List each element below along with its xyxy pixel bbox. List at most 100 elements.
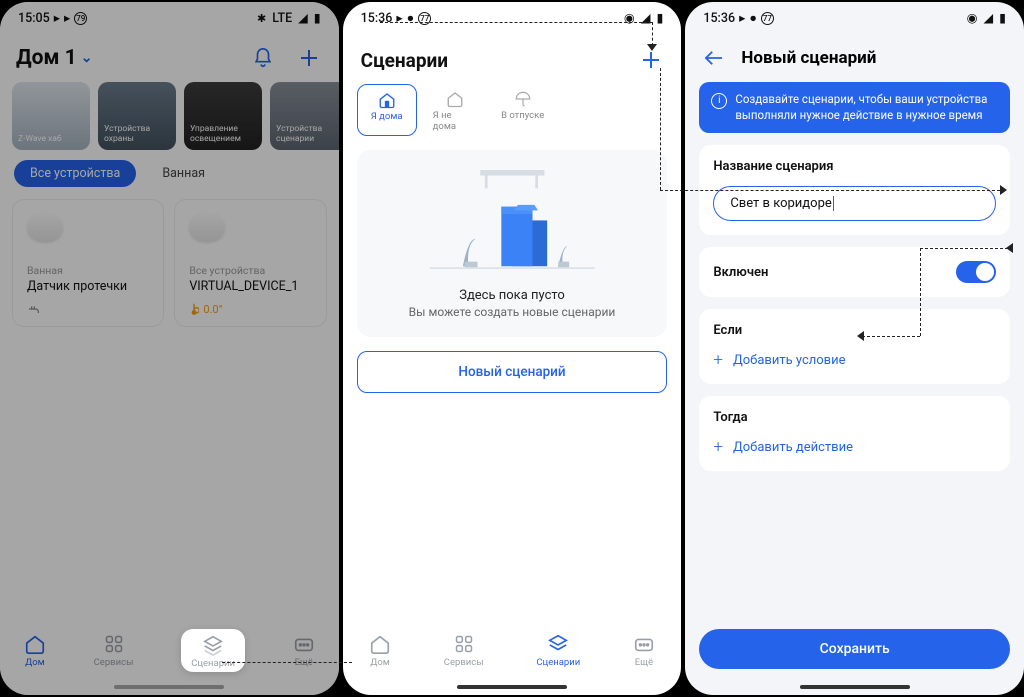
guide-arrow <box>920 248 921 336</box>
card-label: Устройства охраны <box>104 125 170 144</box>
youtube-icon: ▸ <box>739 10 745 26</box>
bt-icon: ✱ <box>257 12 266 25</box>
umbrella-icon <box>514 90 532 108</box>
plus-icon: + <box>713 350 723 370</box>
room-card[interactable]: Управление освещением <box>184 82 262 150</box>
house-icon <box>378 91 396 109</box>
tab-label: Дом <box>370 657 390 668</box>
card-label: Управление освещением <box>190 125 256 144</box>
mode-away[interactable]: Я не дома <box>425 84 485 136</box>
youtube-icon: ▸ <box>396 10 402 26</box>
name-value: Свет в коридоре <box>730 196 831 211</box>
tab-label: Сервисы <box>444 657 484 668</box>
guide-arrow <box>660 68 661 190</box>
signal-icon: ◢ <box>641 10 651 26</box>
add-action-label: Добавить действие <box>733 440 853 455</box>
mode-home[interactable]: Я дома <box>357 84 417 136</box>
mode-label: В отпуске <box>501 110 544 121</box>
device-name: VIRTUAL_DEVICE_1 <box>189 279 311 294</box>
battery-icon: ▮ <box>314 10 321 26</box>
status-bar: 15:36 ▸ ● 77 ◉ ◢ ▮ <box>685 2 1024 34</box>
guide-arrow <box>660 190 1000 191</box>
grid-icon <box>103 633 125 655</box>
guide-arrow <box>862 336 920 337</box>
grid-icon <box>453 633 475 655</box>
wifi-icon: ◉ <box>967 10 978 26</box>
save-button[interactable]: Сохранить <box>699 629 1010 669</box>
battery-icon: ▮ <box>656 10 663 26</box>
badge-icon: 79 <box>74 12 87 25</box>
if-section: Если + Добавить условие <box>699 309 1010 384</box>
wifi-icon: ◉ <box>624 10 635 26</box>
back-button[interactable] <box>703 49 725 67</box>
more-icon <box>293 633 315 655</box>
net-label: LTE <box>272 11 292 26</box>
tab-label: Дом <box>25 657 45 668</box>
room-card[interactable]: Устройства сценарии <box>270 82 339 150</box>
house-outline-icon <box>446 90 464 108</box>
room-card[interactable]: Устройства охраны <box>98 82 176 150</box>
status-bar: 15:36 ▸ ● 77 ◉ ◢ ▮ <box>343 2 682 34</box>
screen-home: 15:05 ▸ ▸ 79 ✱ LTE ◢ ▮ Дом 1 ⌄ Z-Wave ха… <box>0 2 339 695</box>
empty-subtitle: Вы можете создать новые сценарии <box>373 305 652 319</box>
info-icon: i <box>711 93 727 109</box>
tab-more[interactable]: Ещё <box>633 633 655 668</box>
tab-bar: Дом Сервисы Сценарии Ещё <box>343 619 682 677</box>
tab-home[interactable]: Дом <box>24 633 46 668</box>
mode-vacation[interactable]: В отпуске <box>493 84 553 136</box>
screen-scenarios: 15:36 ▸ ● 77 ◉ ◢ ▮ Сценарии Я дома Я не … <box>343 2 682 695</box>
home-selector[interactable]: Дом 1 ⌄ <box>16 46 92 70</box>
device-image <box>27 212 63 242</box>
device-room: Ванная <box>27 264 149 277</box>
more-icon <box>633 633 655 655</box>
filter-chip-bath[interactable]: Ванная <box>146 160 221 187</box>
reddit-icon: ● <box>407 11 415 26</box>
scenario-name-input[interactable]: Свет в коридоре <box>713 186 996 221</box>
arrow-head-icon <box>1006 243 1013 253</box>
layers-icon <box>547 633 569 655</box>
mode-label: Я дома <box>371 111 403 122</box>
guide-arrow <box>222 662 352 663</box>
add-condition-label: Добавить условие <box>733 353 846 368</box>
enabled-toggle[interactable] <box>956 261 996 283</box>
tab-services[interactable]: Сервисы <box>94 633 134 668</box>
empty-state: Здесь пока пусто Вы можете создать новые… <box>357 150 668 337</box>
device-image <box>189 212 225 242</box>
room-card[interactable]: Z-Wave хаб <box>12 82 90 150</box>
tab-label: Ещё <box>635 657 653 668</box>
device-card[interactable]: Ванная Датчик протечки <box>12 199 164 327</box>
tab-scenarios[interactable]: Сценарии <box>181 629 245 672</box>
battery-icon: ▮ <box>999 10 1006 26</box>
tab-home[interactable]: Дом <box>369 633 391 668</box>
signal-icon: ◢ <box>298 10 308 26</box>
filter-chip-all[interactable]: Все устройства <box>14 160 136 187</box>
new-scenario-button[interactable]: Новый сценарий <box>357 351 668 393</box>
home-indicator <box>457 685 567 689</box>
home-title: Дом 1 <box>16 46 77 70</box>
tab-label: Сервисы <box>94 657 134 668</box>
plus-icon: + <box>713 437 723 457</box>
text-cursor <box>833 196 834 211</box>
signal-icon: ◢ <box>984 10 994 26</box>
bell-icon[interactable] <box>249 44 277 72</box>
arrow-head-icon <box>1000 185 1007 195</box>
enabled-section: Включен <box>699 247 1010 297</box>
then-label: Тогда <box>713 410 996 425</box>
tab-scenarios[interactable]: Сценарии <box>536 633 580 668</box>
device-room: Все устройства <box>189 264 311 277</box>
add-condition-button[interactable]: + Добавить условие <box>713 350 996 370</box>
device-name: Датчик протечки <box>27 279 149 294</box>
device-card[interactable]: Все устройства VIRTUAL_DEVICE_1 0.0° <box>174 199 326 327</box>
arrow-head-icon <box>647 44 657 51</box>
info-banner: i Создавайте сценарии, чтобы ваши устрой… <box>699 82 1010 133</box>
card-label: Z-Wave хаб <box>18 135 62 144</box>
home-icon <box>24 633 46 655</box>
room-cards: Z-Wave хаб Устройства охраны Управление … <box>0 78 339 160</box>
empty-illustration <box>373 170 652 280</box>
add-action-button[interactable]: + Добавить действие <box>713 437 996 457</box>
status-time: 15:36 <box>703 11 735 26</box>
reddit-icon: ● <box>749 11 757 26</box>
plus-icon[interactable] <box>295 44 323 72</box>
home-indicator <box>800 685 910 689</box>
tab-services[interactable]: Сервисы <box>444 633 484 668</box>
